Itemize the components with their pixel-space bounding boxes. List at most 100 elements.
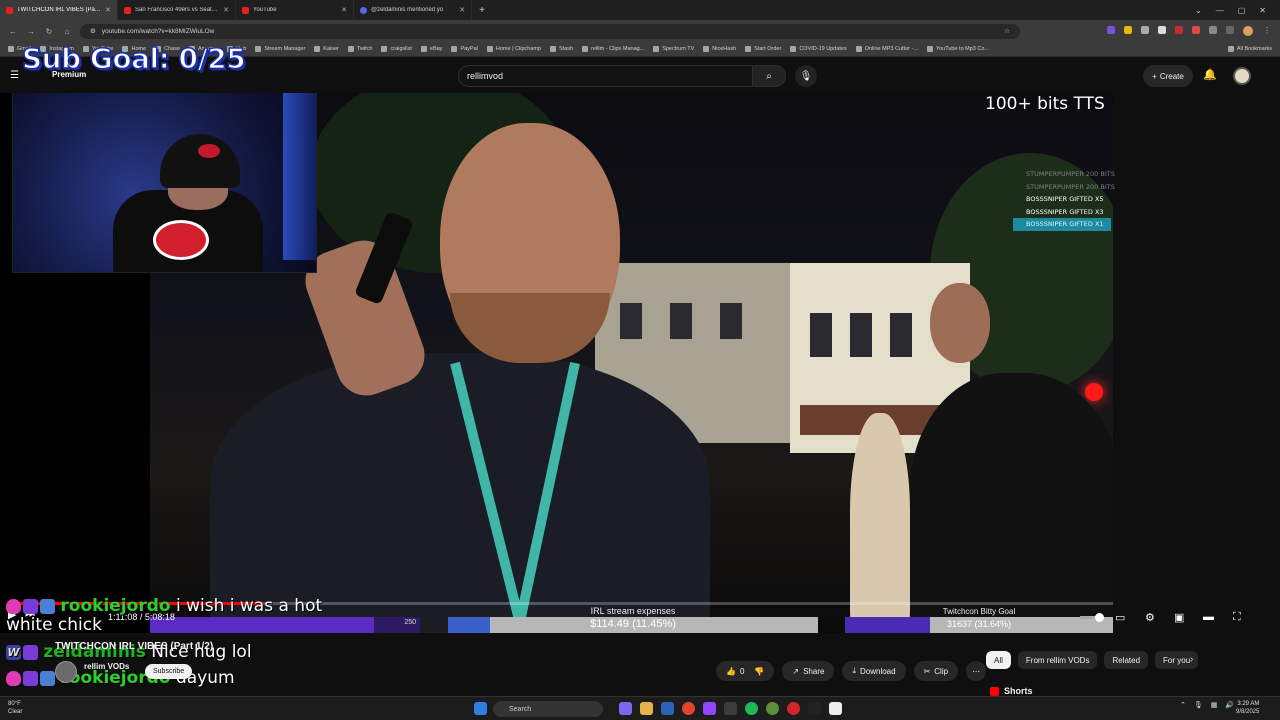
captions-icon[interactable]: ▭ — [1115, 611, 1125, 624]
miniplayer-icon[interactable]: ▣ — [1174, 611, 1184, 624]
notifications-bell-icon[interactable]: 🔔 — [1203, 68, 1217, 81]
bookmark-item[interactable]: Stream Manager — [255, 46, 305, 52]
tab-search-icon[interactable]: ⌄ — [1195, 6, 1202, 15]
bookmark-item[interactable]: Home | Clipchamp — [486, 46, 541, 52]
profile-avatar[interactable] — [1243, 26, 1253, 36]
share-button[interactable]: ↗ Share — [782, 661, 835, 681]
extension-icon[interactable] — [1158, 26, 1166, 34]
theater-mode-icon[interactable]: ▬ — [1203, 611, 1214, 623]
bookmark-item[interactable]: eBay — [420, 46, 442, 52]
maximize-icon[interactable]: ▢ — [1238, 6, 1246, 15]
close-window-icon[interactable]: ✕ — [1259, 6, 1266, 15]
menu-dots-icon[interactable]: ⋮ — [1262, 26, 1272, 36]
spotify-icon[interactable] — [745, 702, 758, 715]
twitch-icon[interactable] — [703, 702, 716, 715]
webcam-overlay — [12, 93, 317, 273]
heart-badge-icon — [6, 670, 21, 686]
tab-49ers[interactable]: San Francisco 49ers vs Seattle S ✕ — [118, 0, 236, 20]
chip-all[interactable]: All — [986, 651, 1011, 669]
search-input[interactable]: rellimvod ✕ — [458, 65, 778, 87]
app-icon[interactable] — [724, 702, 737, 715]
copilot-icon[interactable] — [619, 702, 632, 715]
create-button[interactable]: + Create — [1143, 65, 1193, 87]
more-actions-icon[interactable]: ⋯ — [966, 661, 987, 681]
bookmark-item[interactable]: NiceHash — [703, 46, 736, 52]
related-filter-chips: All From rellim VODs Related For you — [986, 651, 1199, 669]
bookmark-item[interactable]: Start Order — [745, 46, 781, 52]
bookmark-item[interactable]: Twitch — [347, 46, 372, 52]
cap-logo — [198, 144, 220, 158]
bookmark-item[interactable]: Spectrum TV — [653, 46, 694, 52]
tray-chevron-icon[interactable]: ⌃ — [1180, 701, 1186, 709]
volume-knob[interactable] — [1095, 613, 1104, 622]
bookmark-item[interactable]: Stash — [550, 46, 573, 52]
weather-widget[interactable]: 80°F Clear — [8, 700, 22, 716]
forward-icon[interactable]: → — [26, 27, 36, 36]
bookmark-item[interactable]: PayPal — [451, 46, 478, 52]
channel-avatar[interactable] — [55, 661, 77, 683]
chevron-right-icon[interactable]: › — [1190, 654, 1193, 665]
app-icon[interactable] — [808, 702, 821, 715]
close-tab-icon[interactable]: ✕ — [223, 6, 229, 14]
like-button[interactable]: 👍 0 👎 — [716, 661, 775, 681]
download-button[interactable]: ⤓ Download — [842, 661, 906, 681]
volume-slider[interactable] — [1080, 613, 1104, 622]
new-tab-icon[interactable]: + — [472, 5, 492, 16]
extension-icon[interactable] — [1175, 26, 1183, 34]
tab-discord[interactable]: @zeldaminis mentioned yo ✕ — [354, 0, 472, 20]
bookmark-item[interactable]: YouTube to Mp3 Co... — [926, 46, 989, 52]
site-info-icon[interactable]: ⚙ — [90, 27, 96, 35]
bookmark-favicon-icon — [703, 46, 710, 52]
downloads-icon[interactable] — [1226, 26, 1234, 34]
hamburger-menu-icon[interactable]: ☰ — [10, 70, 19, 81]
chrome-icon[interactable] — [682, 702, 695, 715]
settings-gear-icon[interactable]: ⚙ — [1145, 611, 1155, 624]
close-tab-icon[interactable]: ✕ — [105, 6, 111, 14]
extension-icon[interactable] — [1124, 26, 1132, 34]
fullscreen-icon[interactable]: ⛶ — [1233, 611, 1241, 624]
tab-twitchcon[interactable]: TWITCHCON IRL VIBES (Part 1/ ✕ — [0, 0, 118, 20]
chip-from-channel[interactable]: From rellim VODs — [1017, 651, 1098, 669]
chat-text: i wish i was a hot — [175, 596, 323, 616]
clip-button[interactable]: ✂ Clip — [913, 661, 959, 681]
app-icon[interactable] — [766, 702, 779, 715]
extensions-puzzle-icon[interactable] — [1209, 26, 1217, 34]
subscribe-button[interactable]: Subscribe — [145, 664, 193, 679]
video-player[interactable] — [0, 93, 1113, 633]
extension-icon[interactable] — [1107, 26, 1115, 34]
extension-icon[interactable] — [1192, 26, 1200, 34]
bookmark-item[interactable]: COVID-19 Updates — [790, 46, 847, 52]
voice-search-button[interactable]: 🎙 — [795, 65, 817, 87]
chip-related[interactable]: Related — [1104, 651, 1149, 669]
account-avatar[interactable] — [1233, 67, 1251, 85]
back-icon[interactable]: ← — [8, 27, 18, 36]
url-field[interactable]: ⚙ youtube.com/watch?v=kk8MIZWiuLOw ☆ — [80, 23, 1020, 39]
outlook-icon[interactable] — [661, 702, 674, 715]
taskbar-search[interactable]: Search — [493, 701, 603, 717]
channel-name[interactable]: rellim VODs — [84, 662, 129, 671]
search-button[interactable]: ⌕ — [752, 65, 786, 87]
network-icon[interactable]: ▦ — [1211, 701, 1218, 709]
bookmark-item[interactable]: Online MP3 Cutter -... — [855, 46, 918, 52]
obs-icon[interactable] — [829, 702, 842, 715]
home-icon[interactable]: ⌂ — [62, 27, 72, 36]
minimize-icon[interactable]: — — [1216, 6, 1224, 15]
tab-youtube[interactable]: YouTube ✕ — [236, 0, 354, 20]
close-tab-icon[interactable]: ✕ — [341, 6, 347, 14]
all-bookmarks[interactable]: All Bookmarks — [1227, 46, 1272, 52]
bookmark-favicon-icon — [855, 46, 862, 52]
thumbs-down-icon[interactable]: 👎 — [754, 667, 764, 676]
close-tab-icon[interactable]: ✕ — [459, 6, 465, 14]
bookmark-star-icon[interactable]: ☆ — [1004, 27, 1010, 35]
windows-start-icon[interactable] — [474, 702, 487, 715]
app-icon[interactable] — [787, 702, 800, 715]
extension-icon[interactable] — [1141, 26, 1149, 34]
microphone-icon[interactable]: 🎙 — [1194, 701, 1203, 709]
bookmark-item[interactable]: rellim - Clips Manag... — [582, 46, 644, 52]
taskbar-clock[interactable]: 3:29 AM 9/8/2025 — [1236, 700, 1259, 716]
reload-icon[interactable]: ↻ — [44, 27, 54, 36]
bookmark-item[interactable]: craigslist — [381, 46, 412, 52]
bookmark-item[interactable]: Kaiser — [314, 46, 339, 52]
file-explorer-icon[interactable] — [640, 702, 653, 715]
volume-icon[interactable]: 🔊 — [1225, 701, 1234, 709]
